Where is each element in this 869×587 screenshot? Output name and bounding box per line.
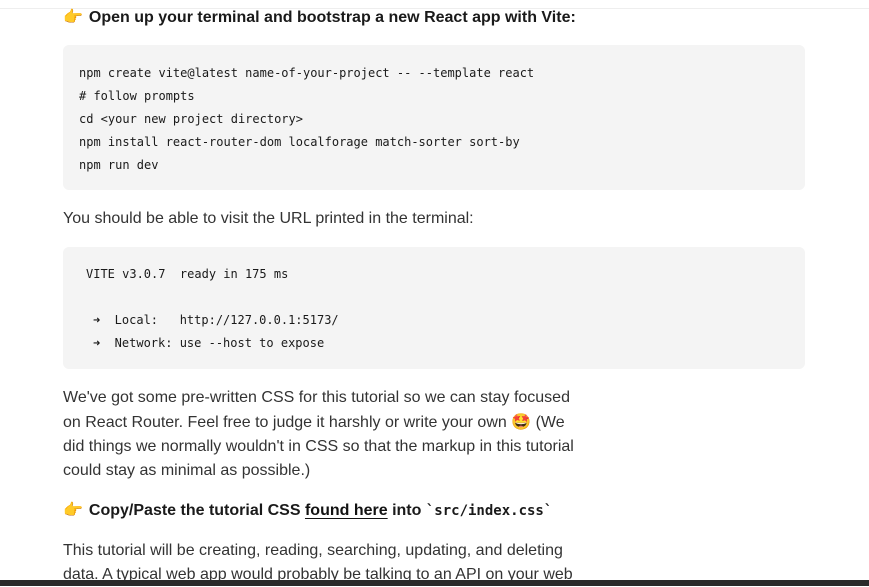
pointing-hand-icon: 👉 [63, 7, 83, 26]
paragraph-text: on React Router. Feel free to judge it h… [63, 414, 507, 431]
code-line: npm install react-router-dom localforage… [79, 135, 520, 149]
code-line: ➜ Network: use --host to expose [93, 336, 325, 350]
code-line: VITE v3.0.7 ready in 175 ms [86, 267, 289, 281]
step-bootstrap-app: 👉 Open up your terminal and bootstrap a n… [63, 6, 576, 29]
paragraph-text: (We [531, 414, 565, 431]
code-line: ➜ Local: http://127.0.0.1:5173/ [93, 313, 339, 327]
inline-code-path: `src/index.css` [425, 503, 553, 519]
paragraph-css-intro: We've got some pre-written CSS for this … [63, 386, 593, 483]
found-here-link[interactable]: found here [305, 502, 388, 519]
code-line: npm run dev [79, 158, 159, 172]
paragraph-line: This tutorial will be creating, reading,… [63, 542, 563, 559]
step-text: into [387, 502, 426, 519]
paragraph-line-with-emoji: on React Router. Feel free to judge it h… [63, 410, 593, 435]
code-block-terminal-output[interactable]: VITE v3.0.7 ready in 175 ms ➜ Local: htt… [63, 247, 805, 369]
step-copy-css: 👉 Copy/Paste the tutorial CSS found here … [63, 499, 552, 522]
paragraph-visit-url: You should be able to visit the URL prin… [63, 210, 474, 227]
step-text: Open up your terminal and bootstrap a ne… [88, 9, 576, 26]
paragraph-line: could stay as minimal as possible.) [63, 462, 311, 479]
code-block-setup[interactable]: npm create vite@latest name-of-your-proj… [63, 45, 805, 190]
paragraph-line: We've got some pre-written CSS for this … [63, 389, 570, 406]
step-text: Copy/Paste the tutorial CSS [88, 502, 305, 519]
bottom-bar [0, 580, 869, 586]
pointing-hand-icon: 👉 [63, 500, 83, 519]
code-line: cd <your new project directory> [79, 112, 303, 126]
paragraph-line: did things we normally wouldn't in CSS s… [63, 438, 574, 455]
code-line: # follow prompts [79, 89, 195, 103]
star-struck-emoji-icon: 🤩 [511, 412, 532, 431]
code-line: npm create vite@latest name-of-your-proj… [79, 66, 535, 80]
